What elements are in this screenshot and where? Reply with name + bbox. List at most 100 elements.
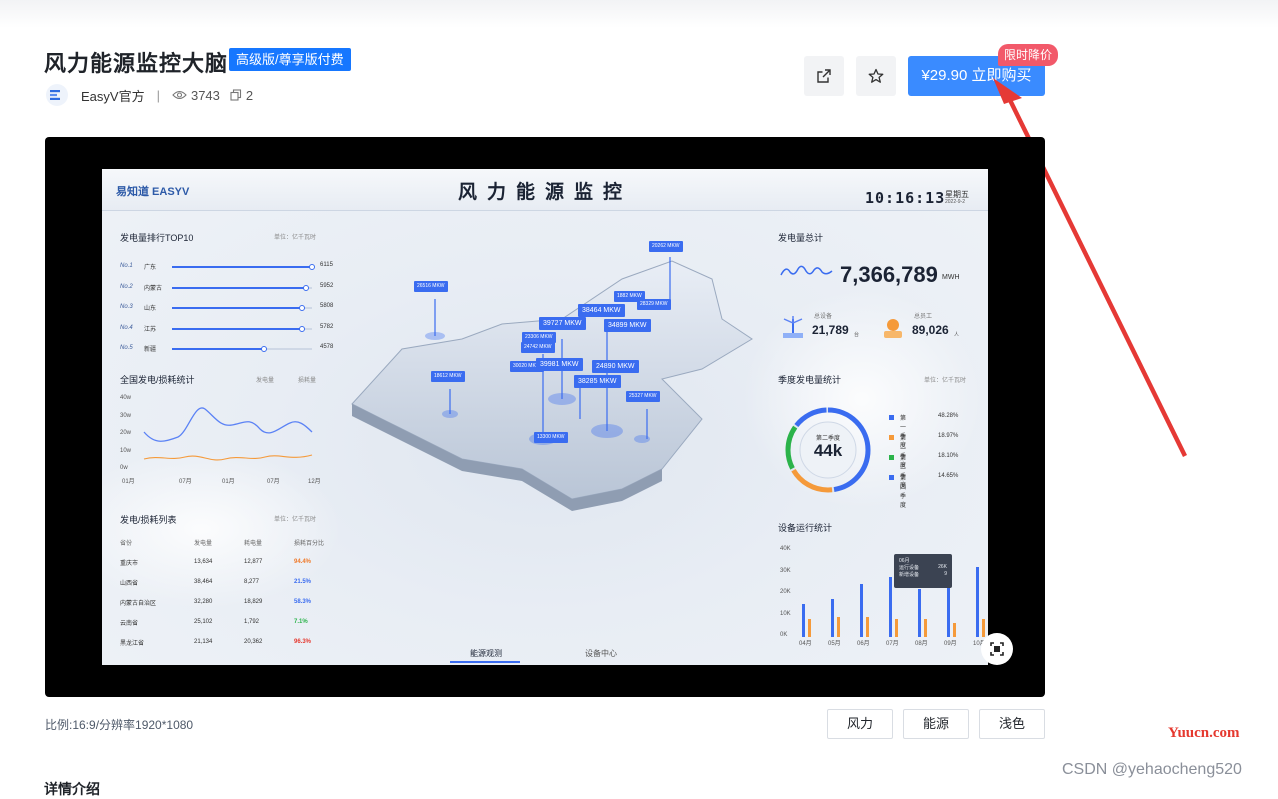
- national-y-tick: 20w: [120, 430, 132, 436]
- run-bar: [831, 599, 834, 637]
- ranking-row: No.3 山东 5808: [120, 302, 333, 314]
- total-unit: MWH: [942, 274, 960, 281]
- cell-loss-percent: 21.5%: [294, 579, 312, 585]
- devices-bar-chart: [802, 567, 985, 637]
- devices-x-tick: 09月: [944, 641, 957, 647]
- dashboard-time: 10:16:13: [865, 189, 946, 207]
- author-avatar[interactable]: [46, 84, 68, 106]
- tag-energy[interactable]: 能源: [903, 709, 969, 739]
- new-bar: [982, 619, 985, 637]
- cell-loss-percent: 7.1%: [294, 619, 308, 625]
- national-title: 全国发电/损耗统计: [120, 375, 195, 385]
- cell-consumption: 1,792: [244, 619, 260, 625]
- views-count: 3743: [190, 87, 220, 103]
- meta-separator: |: [156, 87, 160, 103]
- cell-generation: 38,464: [194, 579, 213, 585]
- map-pin-label: 26516 MKW: [414, 281, 448, 292]
- national-y-tick: 40w: [120, 395, 132, 401]
- tag-light[interactable]: 浅色: [979, 709, 1045, 739]
- run-bar: [918, 589, 921, 637]
- share-button[interactable]: [804, 56, 844, 96]
- devices-x-tick: 04月: [799, 641, 812, 647]
- cell-generation: 21,134: [194, 639, 213, 645]
- cell-loss-percent: 94.4%: [294, 559, 312, 565]
- rank-value: 5782: [320, 323, 334, 330]
- legend-swatch: [889, 475, 894, 480]
- devices-unit: 台: [854, 332, 860, 338]
- ratio-info: 比例:16:9/分辨率1920*1080: [45, 718, 194, 732]
- rank-no: No.3: [120, 304, 133, 310]
- map-pin-label: 24890 MKW: [592, 360, 639, 373]
- devices-x-tick: 08月: [915, 641, 928, 647]
- share-icon: [817, 69, 831, 83]
- staff-unit: 人: [954, 332, 960, 338]
- legend-swatch: [889, 415, 894, 420]
- devices-y-tick: 0K: [780, 632, 788, 638]
- map-pin-label: 39981 MKW: [536, 358, 583, 371]
- devices-label: 总设备: [814, 314, 833, 320]
- tooltip-month: 06月: [899, 558, 910, 564]
- rank-bar: [172, 266, 312, 268]
- meta-row: EasyV官方 | 3743 2: [46, 84, 263, 106]
- new-bar: [924, 619, 927, 637]
- map-pin-label: 28329 MKW: [637, 299, 671, 310]
- rank-name: 江苏: [144, 326, 157, 333]
- table-row: 山西省 38,464 8,277 21.5%: [120, 572, 325, 592]
- rank-track: [172, 305, 312, 311]
- tag-wind[interactable]: 风力: [827, 709, 893, 739]
- new-bar: [837, 617, 840, 637]
- rank-no: No.5: [120, 345, 133, 351]
- ranking-row: No.4 江苏 5782: [120, 323, 333, 335]
- tab-underline: [450, 661, 520, 663]
- devices-x-tick: 05月: [828, 641, 841, 647]
- table-title: 发电/损耗列表: [120, 515, 177, 525]
- map-pin-label: 34899 MKW: [604, 319, 651, 332]
- dashboard-date: 2022-9-2: [945, 199, 966, 205]
- loss-table: 省份 发电量 耗电量 损耗百分比 重庆市 13,634 12,877 94.4% 山西省…: [120, 532, 325, 652]
- dashboard-title: 风力能源监控: [457, 182, 632, 203]
- rank-no: No.1: [120, 263, 133, 269]
- devices-y-tick: 10K: [780, 610, 791, 617]
- table-unit: 单位：亿千瓦时: [274, 517, 317, 523]
- ranking-title: 发电量排行TOP10: [120, 233, 194, 243]
- fullscreen-button[interactable]: [981, 633, 1013, 665]
- legend-name: 第四季度: [900, 476, 907, 509]
- views-stat: 3743: [172, 88, 220, 103]
- rank-track: [172, 325, 312, 332]
- wave-icon: [780, 265, 833, 276]
- author-name[interactable]: EasyV官方: [81, 86, 145, 105]
- cell-loss-percent: 58.3%: [294, 599, 312, 605]
- legend-percent: 18.97%: [938, 433, 959, 439]
- favorite-button[interactable]: [856, 56, 896, 96]
- quarter-title: 季度发电量统计: [778, 375, 842, 385]
- table-row: 内蒙古自治区 32,280 18,829 58.3%: [120, 592, 325, 612]
- page-title: 风力能源监控大脑: [44, 51, 229, 76]
- rank-dot: [299, 305, 305, 311]
- rank-value: 5808: [320, 303, 334, 309]
- rank-track: [172, 264, 315, 270]
- rank-dot: [303, 284, 309, 291]
- copy-icon: [230, 89, 241, 101]
- ranking-row: No.2 内蒙古 5952: [120, 282, 333, 294]
- fullscreen-icon: [990, 642, 1004, 656]
- promo-badge: 限时降价: [998, 44, 1059, 66]
- staff-value: 89,026: [912, 323, 949, 337]
- template-preview[interactable]: 易知道 EASYV 风力能源监控 10:16:13 星期五 2022-9-2 发…: [45, 137, 1045, 697]
- run-bar: [947, 584, 950, 637]
- tab-devices: 设备中心: [585, 649, 617, 658]
- copies-stat: 2: [230, 88, 253, 103]
- rank-bar: [172, 348, 264, 350]
- rank-name: 内蒙古: [144, 285, 163, 292]
- map-pin-label: 24742 MKW: [521, 342, 555, 353]
- rank-no: No.2: [120, 283, 133, 290]
- national-y-tick: 30w: [120, 412, 132, 419]
- devices-y-tick: 20K: [780, 589, 791, 595]
- run-bar: [860, 584, 863, 637]
- cell-consumption: 8,277: [244, 579, 260, 585]
- watermark-csdn: CSDN @yehaocheng520: [1062, 761, 1242, 778]
- new-bar: [866, 617, 869, 637]
- ring-center-value: 44k: [813, 441, 843, 460]
- legend-percent: 18.10%: [938, 453, 959, 459]
- national-x-tick: 07月: [179, 479, 192, 485]
- cell-generation: 13,634: [194, 559, 213, 565]
